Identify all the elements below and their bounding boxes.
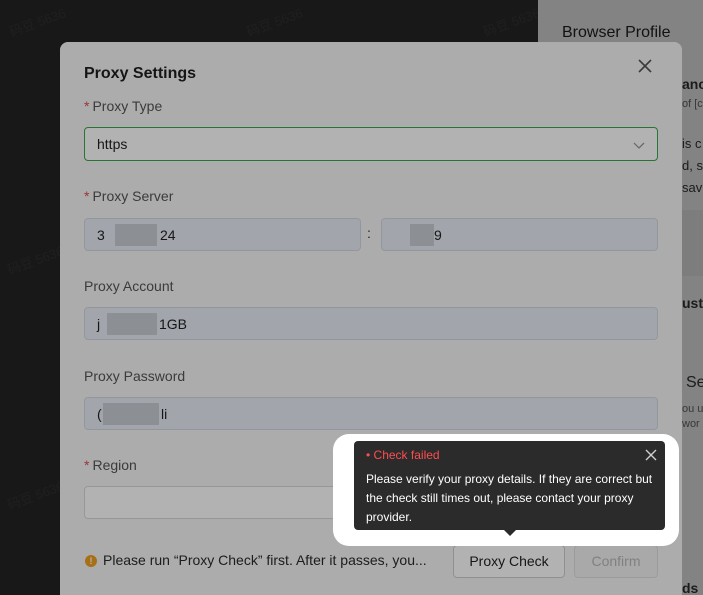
tooltip-arrow xyxy=(503,529,517,536)
check-failed-tooltip: • Check failed Please verify your proxy … xyxy=(354,441,665,530)
close-icon[interactable] xyxy=(644,448,658,462)
tooltip-status: • Check failed xyxy=(366,448,440,462)
tooltip-message: Please verify your proxy details. If the… xyxy=(366,472,653,524)
